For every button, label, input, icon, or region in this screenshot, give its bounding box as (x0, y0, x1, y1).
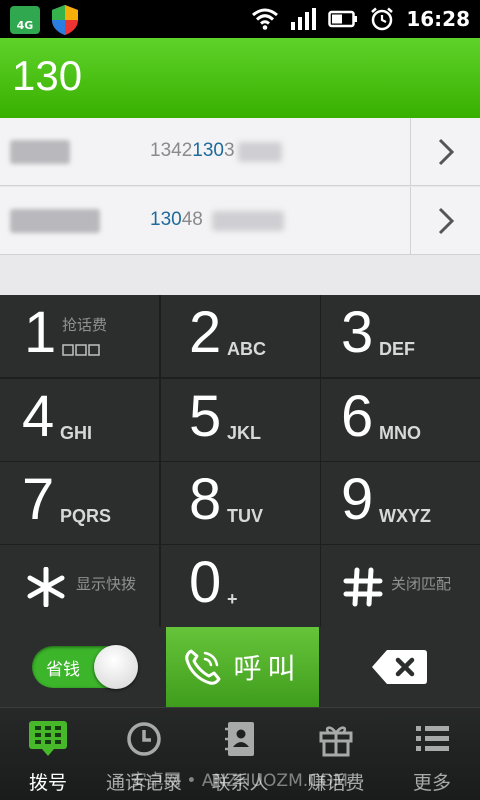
list-item[interactable]: 13421303 (0, 118, 480, 186)
contact-phone: 13048 (150, 209, 203, 230)
status-bar: 4G 16:28 (0, 0, 480, 38)
asterisk-icon (27, 567, 65, 607)
match-results-list: 13421303 13048 (0, 118, 480, 295)
contact-name-redacted (10, 209, 100, 233)
disable-match-label: 关闭匹配 (391, 575, 452, 593)
contact-detail-button[interactable] (410, 118, 480, 186)
call-button[interactable]: 呼叫 (166, 627, 319, 707)
key-1[interactable]: 1 抢话费 (0, 295, 159, 377)
show-speed-dial-label: 显示快拨 (76, 575, 137, 593)
key-7[interactable]: 7 PQRS (0, 462, 159, 544)
key-star[interactable]: 显示快拨 (0, 545, 159, 627)
phone-handset-icon (185, 649, 221, 685)
key-0[interactable]: 0 + (161, 545, 320, 627)
key-9[interactable]: 9 WXYZ (321, 462, 480, 544)
list-icon (416, 726, 449, 751)
dialed-number[interactable]: 130 (12, 52, 82, 100)
signal-strength-icon (291, 8, 317, 30)
battery-icon (328, 10, 358, 28)
contact-detail-button[interactable] (410, 187, 480, 255)
key-hash[interactable]: 关闭匹配 (321, 545, 480, 627)
call-label: 呼叫 (233, 652, 302, 685)
backspace-icon[interactable] (370, 648, 428, 686)
watermark: 安卓网 • ANZHUOZM.COM (130, 771, 349, 791)
dial-header: 130 (0, 38, 480, 118)
voicemail-icon (62, 344, 100, 356)
save-money-label: 省钱 (46, 660, 80, 680)
gift-icon (319, 726, 353, 757)
clock-time: 16:28 (406, 7, 470, 31)
hash-icon (343, 567, 383, 607)
alarm-clock-icon (371, 7, 394, 31)
clock-icon (127, 722, 161, 756)
save-money-toggle[interactable]: 省钱 (32, 645, 138, 689)
chevron-right-icon (438, 138, 454, 166)
key-2[interactable]: 2 ABC (161, 295, 320, 377)
dial-keypad: 1 抢话费 2 ABC 3 DEF 4 GHI 5 JKL 6 MNO 7 PQ… (0, 295, 480, 627)
contacts-book-icon (225, 722, 254, 756)
key-4[interactable]: 4 GHI (0, 379, 159, 461)
tab-dialer[interactable]: 拨号 (0, 708, 96, 800)
key-8[interactable]: 8 TUV (161, 462, 320, 544)
phone-redacted (212, 211, 284, 231)
key-6[interactable]: 6 MNO (321, 379, 480, 461)
toggle-knob (94, 645, 138, 689)
tab-more[interactable]: 更多 (384, 708, 480, 800)
key-5[interactable]: 5 JKL (161, 379, 320, 461)
security-shield-icon (52, 5, 78, 35)
list-item[interactable]: 13048 (0, 187, 480, 255)
contact-phone: 13421303 (150, 140, 235, 161)
chevron-right-icon (438, 207, 454, 235)
network-4g-icon: 4G (10, 6, 40, 34)
contact-name-redacted (10, 140, 70, 164)
key-3[interactable]: 3 DEF (321, 295, 480, 377)
dialpad-icon (29, 721, 67, 756)
grab-credit-label: 抢话费 (62, 316, 108, 334)
action-row: 省钱 呼叫 (0, 627, 480, 707)
wifi-icon (252, 8, 279, 30)
phone-redacted (238, 142, 282, 162)
